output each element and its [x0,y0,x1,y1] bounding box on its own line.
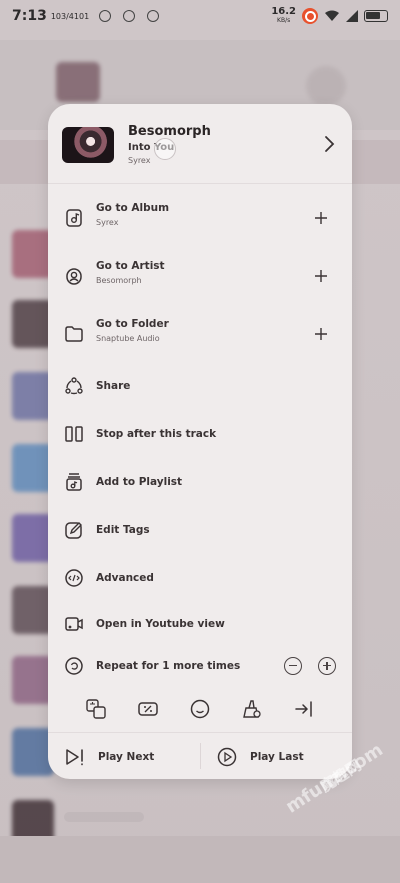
menu-label: Share [96,380,131,392]
background-text-line [64,812,144,822]
repeat-icon [65,657,83,675]
play-last-icon [217,747,237,767]
album-cover [62,127,114,163]
battery-icon [364,10,388,22]
menu-advanced[interactable]: Advanced [48,556,352,600]
touch-indicator [154,138,176,160]
menu-open-youtube-view[interactable]: Open in Youtube view [48,602,352,646]
play-next-label: Play Next [98,751,155,763]
menu-repeat: Repeat for 1 more times [48,644,352,688]
add-icon[interactable] [314,269,328,283]
menu-label: Stop after this track [96,428,217,440]
artist-icon [66,268,82,285]
background-thumb [56,62,100,102]
notification-icon [123,10,136,22]
track-title: Besomorph [128,124,211,139]
output-icon[interactable] [293,698,315,720]
menu-sublabel: Besomorph [96,276,142,285]
background-bottom-nav [0,836,400,883]
notification-icon [99,10,112,22]
menu-label: Open in Youtube view [96,618,225,630]
wifi-icon [325,10,339,21]
status-time: 7:13 [12,8,47,24]
ratio-icon[interactable] [137,698,159,720]
playlist-add-icon [66,473,82,491]
add-icon[interactable] [314,211,328,225]
youtube-view-icon [65,617,83,631]
menu-share[interactable]: Share [48,364,352,408]
background-avatar [306,66,346,106]
song-options-sheet: Besomorph Into You Syrex Go to Album Syr… [48,104,352,779]
menu-go-to-folder[interactable]: Go to Folder Snaptube Audio [48,312,352,356]
menu-add-to-playlist[interactable]: Add to Playlist [48,460,352,504]
network-speed-unit: KB/s [277,17,291,24]
menu-go-to-artist[interactable]: Go to Artist Besomorph [48,254,352,298]
divider [200,743,201,769]
quick-actions-row [48,689,352,729]
menu-label: Go to Folder [96,318,169,330]
repeat-decrease-button[interactable] [284,657,302,675]
repeat-increase-button[interactable] [318,657,336,675]
notification-icon [147,10,160,22]
chevron-right-icon[interactable] [320,134,338,154]
menu-label: Go to Album [96,202,170,214]
translate-icon[interactable] [85,698,107,720]
cleaner-icon[interactable] [241,698,263,720]
play-row: Play Next Play Last [48,732,352,779]
track-header[interactable]: Besomorph Into You Syrex [48,104,352,184]
album-icon [66,209,82,227]
menu-label: Advanced [96,572,154,584]
menu-edit-tags[interactable]: Edit Tags [48,508,352,552]
folder-icon [65,326,83,342]
track-artist: Syrex [128,156,151,165]
stop-after-icon [65,426,83,442]
play-last-label: Play Last [250,751,304,763]
menu-go-to-album[interactable]: Go to Album Syrex [48,196,352,240]
menu-sublabel: Snaptube Audio [96,334,160,343]
menu-label: Edit Tags [96,524,150,536]
play-next-icon [66,749,83,766]
signal-icon [346,10,358,22]
menu-label: Add to Playlist [96,476,183,488]
share-icon [65,377,83,395]
face-icon[interactable] [189,698,211,720]
status-bar: 7:13 103/4101 16.2 KB/s [0,0,400,32]
repeat-controls [284,657,336,675]
play-next-button[interactable]: Play Next [64,745,154,769]
menu-stop-after-track[interactable]: Stop after this track [48,412,352,456]
status-carrier: 103/4101 [50,11,90,21]
play-last-button[interactable]: Play Last [216,745,304,769]
menu-sublabel: Syrex [96,218,119,227]
menu-label: Go to Artist [96,260,165,272]
add-icon[interactable] [314,327,328,341]
menu-label: Repeat for 1 more times [96,660,241,672]
network-speed: 16.2 KB/s [271,7,296,25]
code-icon [65,569,83,587]
recording-icon [302,8,318,24]
edit-icon [65,522,82,539]
